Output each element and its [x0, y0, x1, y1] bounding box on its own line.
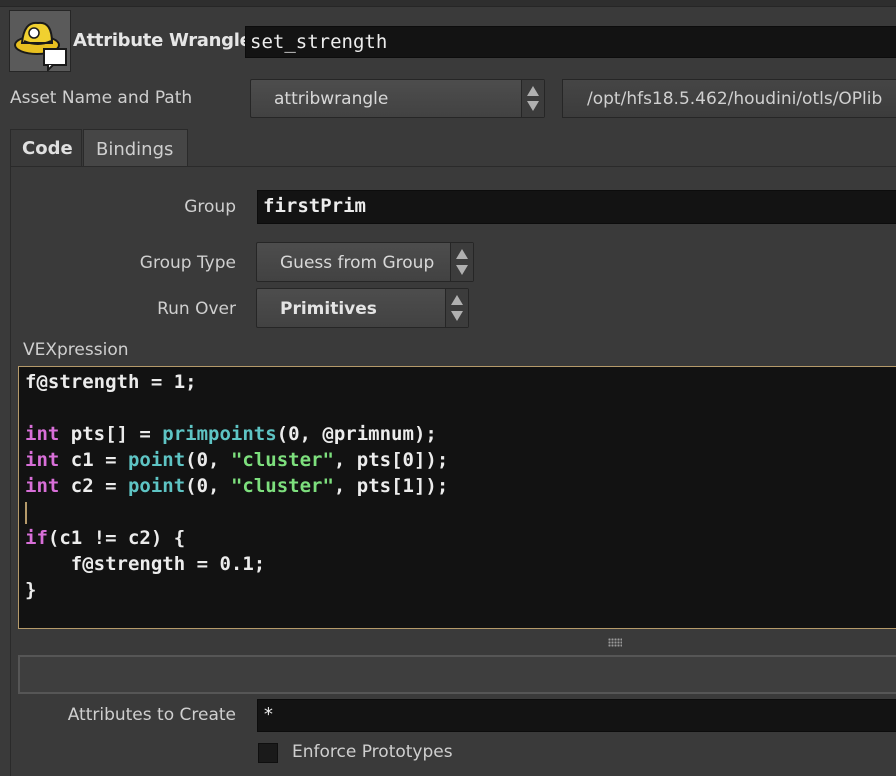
code-line: }: [25, 579, 37, 601]
group-type-menu[interactable]: Guess from Group: [256, 242, 474, 282]
vexpression-label: VEXpression: [23, 340, 129, 360]
code-line-cursor: [25, 499, 896, 525]
code-line: int c1 = point(0, "cluster", pts[0]);: [25, 449, 449, 471]
group-type-label: Group Type: [139, 253, 236, 273]
text-cursor: [25, 501, 27, 524]
group-label: Group: [184, 197, 236, 217]
asset-name-menu[interactable]: attribwrangle: [250, 79, 545, 118]
menu-arrows-icon: [450, 243, 473, 281]
output-selection-field[interactable]: [18, 655, 896, 694]
menu-arrows-icon: [445, 289, 468, 327]
node-name-field[interactable]: set_strength: [245, 26, 896, 58]
attributes-to-create-label: Attributes to Create: [67, 705, 236, 725]
wrangle-cowboy-hat-icon[interactable]: [9, 10, 71, 73]
menu-arrows-icon: [521, 80, 544, 117]
code-line: f@strength = 0.1;: [25, 553, 266, 575]
tab-code[interactable]: Code: [10, 129, 82, 167]
asset-path-field[interactable]: /opt/hfs18.5.462/houdini/otls/OPlib: [562, 79, 896, 118]
code-line: int pts[] = primpoints(0, @primnum);: [25, 423, 437, 445]
run-over-value: Primitives: [280, 299, 377, 319]
group-type-value: Guess from Group: [280, 253, 435, 273]
node-type-label: Attribute Wrangle: [73, 30, 252, 51]
asset-name-path-label: Asset Name and Path: [10, 88, 193, 108]
code-line: int c2 = point(0, "cluster", pts[1]);: [25, 475, 449, 497]
group-field[interactable]: firstPrim: [257, 190, 896, 224]
code-line: f@strength = 1;: [25, 371, 197, 393]
tab-bindings[interactable]: Bindings: [83, 129, 188, 167]
run-over-menu[interactable]: Primitives: [256, 288, 469, 328]
enforce-prototypes-label: Enforce Prototypes: [292, 742, 453, 762]
enforce-prototypes-checkbox[interactable]: [258, 743, 278, 763]
run-over-label: Run Over: [157, 299, 236, 319]
attributes-to-create-field[interactable]: *: [257, 699, 896, 732]
vex-code-editor[interactable]: f@strength = 1; int pts[] = primpoints(0…: [18, 366, 896, 629]
asset-name-value: attribwrangle: [274, 89, 389, 109]
window-top-strip: [0, 0, 896, 7]
resize-grip-icon[interactable]: [608, 638, 622, 647]
code-line: if(c1 != c2) {: [25, 527, 186, 549]
